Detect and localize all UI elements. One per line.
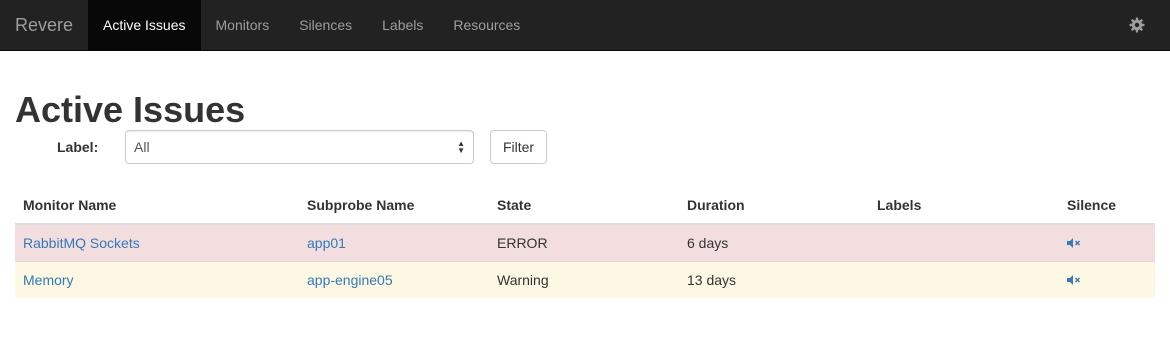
nav-link-monitors[interactable]: Monitors <box>201 0 285 50</box>
main-nav: Active Issues Monitors Silences Labels R… <box>88 0 535 50</box>
mute-icon[interactable] <box>1067 237 1081 248</box>
state-cell: Warning <box>489 260 679 298</box>
column-header-state[interactable]: State <box>489 187 679 225</box>
nav-link-labels[interactable]: Labels <box>367 0 438 50</box>
monitor-link[interactable]: Memory <box>23 272 74 288</box>
nav-item-resources: Resources <box>438 0 535 50</box>
silence-cell <box>1059 223 1155 261</box>
navbar: Revere Active Issues Monitors Silences L… <box>0 0 1170 51</box>
issues-table: Monitor Name Subprobe Name State Duratio… <box>15 187 1155 298</box>
label-filter-label: Label: <box>57 139 99 155</box>
column-header-duration[interactable]: Duration <box>679 187 869 225</box>
select-arrows-icon: ▲ ▼ <box>457 139 465 155</box>
mute-icon[interactable] <box>1067 274 1081 285</box>
subprobe-cell: app-engine05 <box>299 260 489 298</box>
state-cell: ERROR <box>489 223 679 261</box>
nav-item-active-issues: Active Issues <box>88 0 201 50</box>
nav-link-resources[interactable]: Resources <box>438 0 535 50</box>
column-header-silence: Silence <box>1059 187 1155 225</box>
subprobe-link[interactable]: app-engine05 <box>307 272 393 288</box>
column-header-monitor-name[interactable]: Monitor Name <box>15 187 299 225</box>
label-select-value: All <box>134 139 150 155</box>
nav-item-labels: Labels <box>367 0 438 50</box>
monitor-cell: Memory <box>15 260 299 298</box>
nav-link-silences[interactable]: Silences <box>284 0 367 50</box>
label-select[interactable]: All ▲ ▼ <box>125 130 474 164</box>
subprobe-cell: app01 <box>299 223 489 261</box>
labels-cell <box>869 260 1059 298</box>
monitor-link[interactable]: RabbitMQ Sockets <box>23 235 140 251</box>
column-header-subprobe-name[interactable]: Subprobe Name <box>299 187 489 225</box>
table-row: RabbitMQ Sockets app01 ERROR 6 days <box>15 223 1155 261</box>
table-header-row: Monitor Name Subprobe Name State Duratio… <box>15 187 1155 225</box>
gear-icon[interactable] <box>1126 14 1148 36</box>
nav-item-monitors: Monitors <box>201 0 285 50</box>
brand-link[interactable]: Revere <box>0 0 88 50</box>
column-header-labels: Labels <box>869 187 1059 225</box>
duration-cell: 6 days <box>679 223 869 261</box>
silence-cell <box>1059 260 1155 298</box>
labels-cell <box>869 223 1059 261</box>
nav-link-active-issues[interactable]: Active Issues <box>88 0 201 50</box>
subprobe-link[interactable]: app01 <box>307 235 346 251</box>
monitor-cell: RabbitMQ Sockets <box>15 223 299 261</box>
main-content: Active Issues Label: All ▲ ▼ Filter Monit… <box>0 90 1170 298</box>
duration-cell: 13 days <box>679 260 869 298</box>
nav-item-silences: Silences <box>284 0 367 50</box>
filter-form: Label: All ▲ ▼ Filter <box>15 130 1155 170</box>
page-title: Active Issues <box>15 89 246 130</box>
filter-button[interactable]: Filter <box>490 130 547 164</box>
table-row: Memory app-engine05 Warning 13 days <box>15 260 1155 298</box>
